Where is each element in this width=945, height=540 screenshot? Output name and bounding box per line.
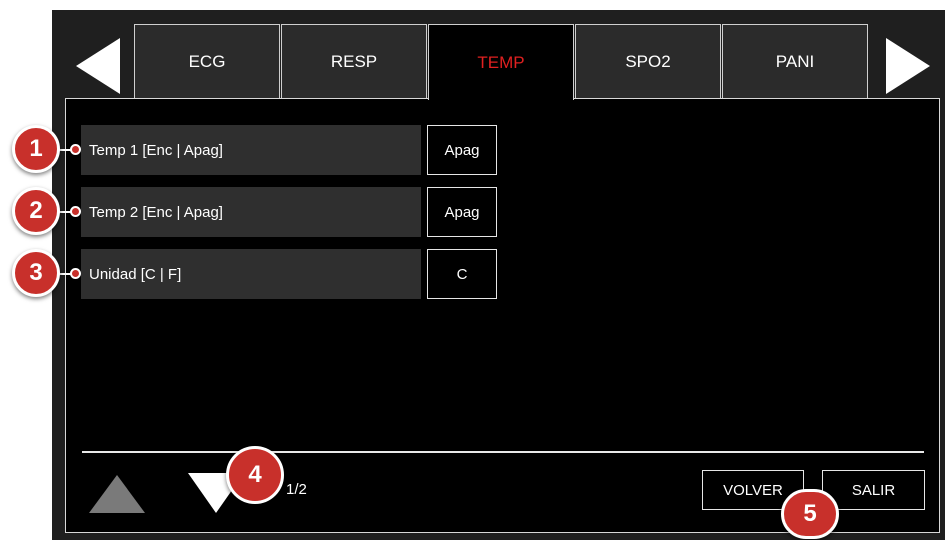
footer-divider: [82, 451, 924, 453]
callout-badge-5: 5: [781, 489, 839, 539]
next-tab-arrow-icon[interactable]: [886, 38, 930, 94]
prev-tab-arrow-icon[interactable]: [76, 38, 120, 94]
tab-ecg[interactable]: ECG: [134, 24, 280, 100]
callout-4-number: 4: [248, 461, 262, 488]
page-up-arrow-icon[interactable]: [89, 475, 145, 513]
tab-spo2[interactable]: SPO2: [575, 24, 721, 100]
tab-temp[interactable]: TEMP: [428, 24, 574, 100]
tab-resp[interactable]: RESP: [281, 24, 427, 100]
callout-1-number: 1: [29, 135, 43, 162]
unit-value-text: C: [456, 265, 468, 283]
temp1-setting-label: Temp 1 [Enc | Apag]: [81, 125, 421, 175]
unit-setting-label: Unidad [C | F]: [81, 249, 421, 299]
callout-3-number: 3: [29, 259, 43, 286]
temp2-value-button[interactable]: Apag: [427, 187, 497, 237]
temp1-label-text: Temp 1 [Enc | Apag]: [89, 141, 223, 159]
unit-value-button[interactable]: C: [427, 249, 497, 299]
temp2-setting-label: Temp 2 [Enc | Apag]: [81, 187, 421, 237]
tab-pani[interactable]: PANI: [722, 24, 868, 100]
temp1-value-text: Apag: [444, 141, 480, 159]
tab-temp-label: TEMP: [477, 52, 525, 72]
temp2-value-text: Apag: [444, 203, 480, 221]
volver-label: VOLVER: [723, 481, 783, 499]
callout-5-number: 5: [803, 500, 817, 527]
callout-badge-1: 1: [12, 125, 60, 173]
callout-badge-3: 3: [12, 249, 60, 297]
tab-resp-label: RESP: [330, 52, 378, 71]
tab-pani-label: PANI: [775, 52, 815, 71]
temp1-value-button[interactable]: Apag: [427, 125, 497, 175]
salir-label: SALIR: [851, 481, 896, 499]
tab-ecg-label: ECG: [188, 52, 226, 71]
callout-badge-4: 4: [226, 446, 284, 504]
tab-spo2-label: SPO2: [625, 52, 671, 71]
callout-2-dot: [70, 206, 81, 217]
callout-3-dot: [70, 268, 81, 279]
temp2-label-text: Temp 2 [Enc | Apag]: [89, 203, 223, 221]
callout-1-dot: [70, 144, 81, 155]
unit-label-text: Unidad [C | F]: [89, 265, 182, 283]
salir-button[interactable]: SALIR: [822, 470, 925, 510]
page-indicator: 1/2: [286, 481, 307, 498]
callout-2-number: 2: [29, 197, 43, 224]
callout-badge-2: 2: [12, 187, 60, 235]
